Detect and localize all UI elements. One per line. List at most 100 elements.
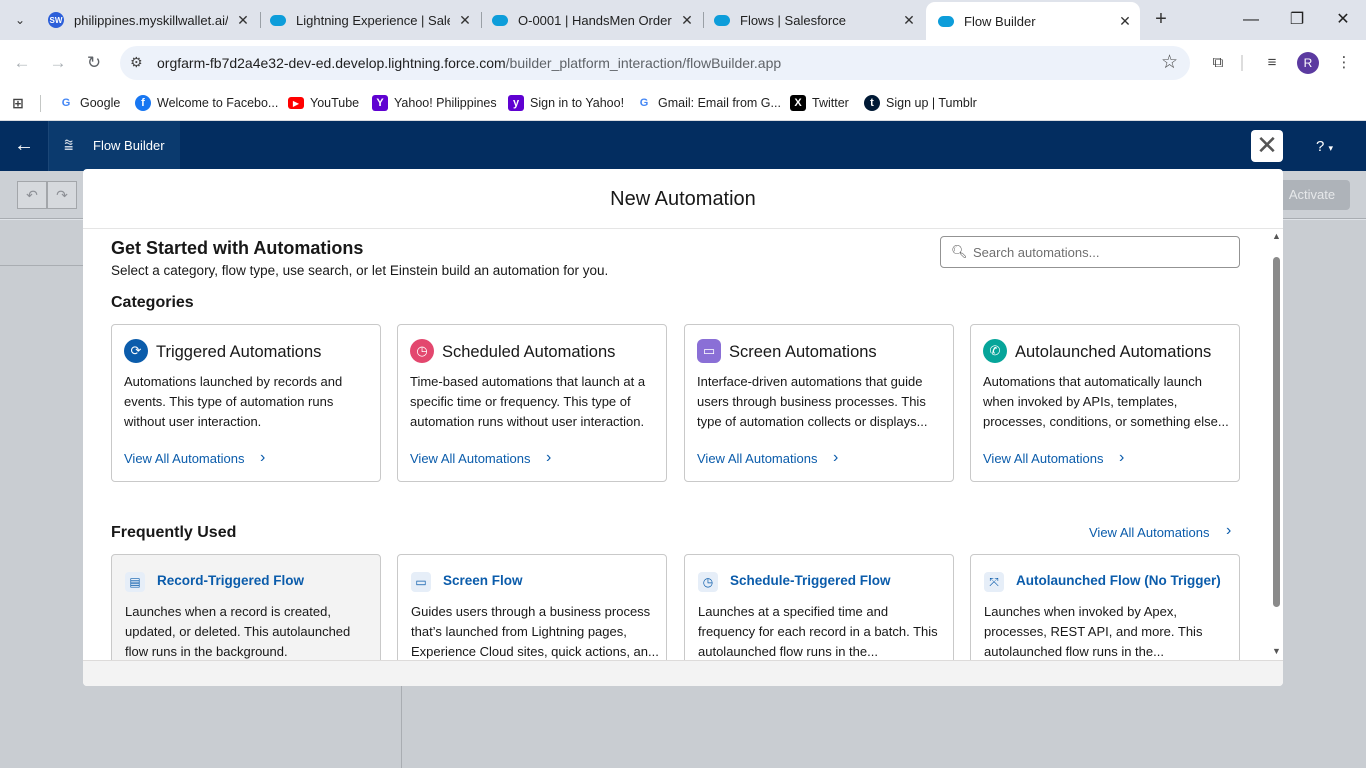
flow-card-record-triggered[interactable]: ▤ Record-Triggered Flow Launches when a … xyxy=(111,554,381,660)
bookmark-twitter[interactable]: X Twitter xyxy=(790,93,849,113)
view-all-automations-link[interactable]: View All Automations xyxy=(124,451,244,466)
get-started-title: Get Started with Automations xyxy=(111,238,364,258)
frequently-used-heading: Frequently Used xyxy=(111,524,237,541)
close-tab-icon[interactable]: ✕ xyxy=(1116,13,1134,30)
flow-card-title: Screen Flow xyxy=(443,573,523,588)
salesforce-cloud-icon xyxy=(492,12,508,28)
profile-avatar[interactable]: R xyxy=(1297,52,1319,74)
bookmark-yahoo-signin[interactable]: y Sign in to Yahoo! xyxy=(508,93,624,113)
close-window-icon[interactable]: ✕ xyxy=(1328,8,1358,32)
category-title: Autolaunched Automations xyxy=(1015,343,1212,361)
chevron-right-icon[interactable]: › xyxy=(833,449,838,467)
close-tab-icon[interactable]: ✕ xyxy=(900,12,918,29)
flow-card-autolaunched[interactable]: ⤧ Autolaunched Flow (No Trigger) Launche… xyxy=(970,554,1240,660)
back-arrow-icon[interactable]: ← xyxy=(9,50,35,76)
flow-card-description: Launches when a record is created, updat… xyxy=(125,604,351,659)
scheduled-automation-icon: ◷ xyxy=(410,339,434,363)
new-automation-modal: New Automation Get Started with Automati… xyxy=(83,169,1283,686)
bookmark-label: Twitter xyxy=(812,96,849,110)
modal-title: New Automation xyxy=(610,188,756,210)
close-tab-icon[interactable]: ✕ xyxy=(456,12,474,29)
bookmark-yahoo-ph[interactable]: Y Yahoo! Philippines xyxy=(372,93,497,113)
forward-arrow-icon[interactable]: → xyxy=(45,50,71,76)
category-card-scheduled[interactable]: ◷ Scheduled Automations Time-based autom… xyxy=(397,324,667,482)
address-bar[interactable]: ⚙ orgfarm-fb7d2a4e32-dev-ed.develop.ligh… xyxy=(120,46,1190,80)
modal-scrollbar[interactable]: ▲ ▼ xyxy=(1270,229,1283,660)
scroll-up-arrow-icon[interactable]: ▲ xyxy=(1270,231,1283,241)
bookmark-label: Google xyxy=(80,96,121,110)
view-all-automations-link[interactable]: View All Automations xyxy=(697,451,817,466)
browser-toolbar: ← → ↻ ⚙ orgfarm-fb7d2a4e32-dev-ed.develo… xyxy=(0,40,1366,86)
bookmarks-bar: ⊞ G Google f Welcome to Facebo... ▶ YouTube… xyxy=(0,86,1366,121)
browser-tab-skillwallet[interactable]: SW philippines.myskillwallet.ai/d ✕ xyxy=(36,6,258,34)
screen-flow-icon: ▭ xyxy=(411,572,431,592)
bookmark-tumblr[interactable]: t Sign up | Tumblr xyxy=(864,93,977,113)
close-tab-icon[interactable]: ✕ xyxy=(678,12,696,29)
view-all-automations-link[interactable]: View All Automations xyxy=(983,451,1103,466)
category-title: Scheduled Automations xyxy=(442,343,616,361)
bookmark-label: Yahoo! Philippines xyxy=(394,96,497,110)
tab-title: O-0001 | HandsMen Order | xyxy=(518,12,672,28)
chevron-right-icon[interactable]: › xyxy=(546,449,551,467)
bookmark-label: YouTube xyxy=(310,96,360,110)
scroll-down-arrow-icon[interactable]: ▼ xyxy=(1270,646,1283,656)
bookmark-gmail[interactable]: G Gmail: Email from G... xyxy=(636,93,781,113)
bookmark-facebook[interactable]: f Welcome to Facebo... xyxy=(135,93,278,113)
chevron-right-icon[interactable]: › xyxy=(1119,449,1124,467)
flow-card-description: Launches when invoked by Apex, processes… xyxy=(984,604,1203,659)
category-card-autolaunched[interactable]: ✆ Autolaunched Automations Automations t… xyxy=(970,324,1240,482)
category-title: Triggered Automations xyxy=(156,343,322,361)
browser-tab-order[interactable]: O-0001 | HandsMen Order | ✕ xyxy=(480,6,702,34)
minimize-window-icon[interactable]: — xyxy=(1236,8,1266,32)
browser-tab-lightning[interactable]: Lightning Experience | Salesf ✕ xyxy=(258,6,480,34)
extensions-puzzle-icon[interactable]: ⧉ xyxy=(1206,51,1230,75)
tab-search-chevron-icon[interactable]: ⌄ xyxy=(6,7,34,33)
flow-card-title: Schedule-Triggered Flow xyxy=(730,573,891,588)
flow-card-screen[interactable]: ▭ Screen Flow Guides users through a bus… xyxy=(397,554,667,660)
category-card-screen[interactable]: ▭ Screen Automations Interface-driven au… xyxy=(684,324,954,482)
bookmark-google[interactable]: G Google xyxy=(58,93,121,113)
new-tab-plus-icon[interactable]: + xyxy=(1150,8,1172,30)
reload-icon[interactable]: ↻ xyxy=(81,50,107,76)
skillwallet-favicon-icon: SW xyxy=(48,12,64,28)
redo-icon[interactable]: ↷ xyxy=(47,181,77,209)
app-title: Flow Builder xyxy=(93,138,165,153)
back-arrow-icon[interactable]: ← xyxy=(14,134,34,157)
google-icon: G xyxy=(639,97,649,109)
close-tab-icon[interactable]: ✕ xyxy=(234,12,252,29)
google-icon: G xyxy=(61,97,71,109)
site-settings-icon[interactable]: ⚙ xyxy=(130,54,143,71)
schedule-triggered-flow-icon: ◷ xyxy=(698,572,718,592)
bookmark-youtube[interactable]: ▶ YouTube xyxy=(288,93,359,113)
help-menu[interactable]: ? ▾ xyxy=(1316,138,1333,155)
chevron-right-icon[interactable]: › xyxy=(1226,522,1231,540)
search-automations-input[interactable]: 🔍︎ Search automations... xyxy=(940,236,1240,268)
url-text: orgfarm-fb7d2a4e32-dev-ed.develop.lightn… xyxy=(157,55,781,71)
category-title: Screen Automations xyxy=(729,343,877,361)
chrome-menu-icon[interactable]: ⋮ xyxy=(1332,51,1356,75)
url-path: /builder_platform_interaction/flowBuilde… xyxy=(505,55,782,71)
search-placeholder: Search automations... xyxy=(973,245,1100,260)
bookmark-star-icon[interactable]: ☆ xyxy=(1161,51,1178,74)
frequently-used-view-all-link[interactable]: View All Automations xyxy=(1089,525,1209,540)
chevron-right-icon[interactable]: › xyxy=(260,449,265,467)
triggered-automation-icon: ⟳ xyxy=(124,339,148,363)
header-divider xyxy=(48,121,49,171)
browser-tab-flow-builder[interactable]: Flow Builder ✕ xyxy=(926,2,1140,40)
record-triggered-flow-icon: ▤ xyxy=(125,572,145,592)
category-card-triggered[interactable]: ⟳ Triggered Automations Automations laun… xyxy=(111,324,381,482)
undo-icon[interactable]: ↶ xyxy=(17,181,47,209)
close-modal-button[interactable]: ✕ xyxy=(1251,130,1283,162)
view-all-automations-link[interactable]: View All Automations xyxy=(410,451,530,466)
apps-grid-icon[interactable]: ⊞ xyxy=(10,93,32,113)
category-description: Automations that automatically launch wh… xyxy=(983,374,1229,429)
url-host: orgfarm-fb7d2a4e32-dev-ed.develop.lightn… xyxy=(157,55,506,71)
flow-card-schedule-triggered[interactable]: ◷ Schedule-Triggered Flow Launches at a … xyxy=(684,554,954,660)
scrollbar-thumb[interactable] xyxy=(1273,257,1280,607)
media-control-icon[interactable]: ≡ xyxy=(1260,51,1284,75)
flow-card-description: Guides users through a business process … xyxy=(411,604,659,659)
restore-window-icon[interactable]: ❐ xyxy=(1282,8,1312,32)
tab-title: Flow Builder xyxy=(964,13,1036,29)
toolbar-divider xyxy=(1241,55,1243,71)
browser-tab-flows[interactable]: Flows | Salesforce ✕ xyxy=(702,6,924,34)
